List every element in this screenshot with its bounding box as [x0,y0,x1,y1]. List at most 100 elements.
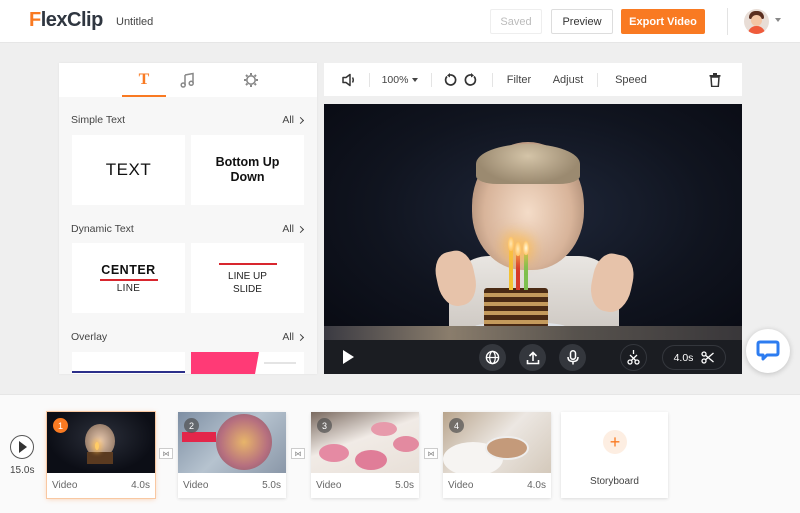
rotate-left-button[interactable] [441,63,459,96]
chat-bubble-icon [756,340,780,361]
trash-icon [709,72,721,87]
clip-number-badge: 1 [53,418,68,433]
panel-tabs: T [59,63,317,97]
text-card-text[interactable]: TEXT [72,135,185,205]
tab-text[interactable]: T [122,63,166,97]
plus-icon: + [603,430,627,454]
clip-type: Video [183,480,209,491]
card-label: CENTER [101,262,156,277]
clip-number-badge: 3 [317,418,332,433]
section-simple-text: Simple Text [71,114,126,126]
toolbar-divider [492,73,493,87]
tab-settings[interactable] [231,63,271,97]
card-label: LINE UP [228,270,267,282]
chevron-right-icon [296,225,305,233]
timeline-clip-4[interactable]: 4 Video 4.0s [443,412,551,498]
clip-duration: 5.0s [262,480,281,491]
simple-text-all-link[interactable]: All [282,114,305,126]
split-button[interactable] [620,344,647,371]
toolbar-divider [369,73,370,87]
timeline-clip-3[interactable]: 3 Video 5.0s [311,412,419,498]
video-toolbar: 100% Filter Adjust Speed [324,63,742,96]
top-bar: FlexClip Untitled Saved Preview Export V… [0,0,800,43]
timeline-clip-1[interactable]: 1 Video 4.0s [47,412,155,498]
overlay-all-link[interactable]: All [282,331,305,343]
clip-number-badge: 4 [449,418,464,433]
red-overline [218,262,277,265]
logo-letter: F [29,9,41,31]
toolbar-divider [431,73,432,87]
adjust-button[interactable]: Adjust [549,63,587,96]
play-all-button[interactable] [10,435,34,459]
trim-duration-button[interactable]: 4.0s [662,345,726,370]
overlay-card-2[interactable] [191,352,304,374]
clip-type: Video [316,480,342,491]
volume-button[interactable] [338,63,360,96]
globe-icon [485,350,500,365]
delete-button[interactable] [706,63,724,96]
text-card-line-up-slide[interactable]: LINE UP SLIDE [191,243,304,313]
red-underline [99,278,158,281]
overlay-line [72,371,185,373]
user-avatar[interactable] [744,9,769,34]
scissors-icon [701,351,715,364]
zoom-dropdown[interactable]: 100% [380,63,420,96]
language-button[interactable] [479,344,506,371]
rotate-right-icon [464,72,477,86]
card-sublabel: SLIDE [233,283,262,295]
overlay-card-1[interactable] [72,352,185,374]
text-icon: T [138,71,150,88]
preview-button[interactable]: Preview [551,9,613,34]
transition-button[interactable]: ⋈ [424,448,438,459]
live-chat-button[interactable] [746,329,790,373]
timeline: 1 5.0s 1 Video 4.0s ⋈ 2 Video 5.0s ⋈ 3 Vi… [0,394,800,513]
logo-text: lexClip [40,9,104,31]
timeline-clip-2[interactable]: 2 Video 5.0s [178,412,286,498]
rotate-right-button[interactable] [462,63,480,96]
all-label: All [282,114,294,126]
zoom-value: 100% [381,73,409,86]
tab-music[interactable] [167,63,207,97]
project-title[interactable]: Untitled [116,16,153,28]
speaker-icon [342,73,354,86]
upload-button[interactable] [519,344,546,371]
section-overlay: Overlay [71,331,108,343]
card-label: Bottom Up Down [215,155,280,184]
microphone-icon [566,350,579,365]
active-tab-indicator [122,95,166,97]
text-card-center-line[interactable]: CENTER LINE [72,243,185,313]
video-preview[interactable]: 4.0s [324,104,742,374]
clip-type: Video [448,480,474,491]
overlay-shape [191,352,259,374]
export-video-button[interactable]: Export Video [621,9,705,34]
all-label: All [282,331,294,343]
saved-button: Saved [490,9,542,34]
playback-controls: 4.0s [324,340,742,374]
chevron-right-icon [296,116,305,124]
record-voice-button[interactable] [559,344,586,371]
clip-duration: 4.0s [527,480,546,491]
caret-down-icon [412,77,419,82]
header-divider [727,8,728,35]
card-sublabel: LINE [116,282,141,294]
rotate-left-icon [444,72,457,86]
transition-button[interactable]: ⋈ [159,448,173,459]
filter-button[interactable]: Filter [502,63,536,96]
transition-button[interactable]: ⋈ [291,448,305,459]
account-menu-caret-icon[interactable] [775,18,781,22]
video-frame [324,104,742,346]
text-panel: T Simple Text All TEXT Bottom Up Down Dy… [59,63,317,374]
text-card-bottom-up-down[interactable]: Bottom Up Down [191,135,304,205]
clip-duration: 4.0s [131,480,150,491]
music-note-icon [180,72,194,88]
clip-number-badge: 2 [184,418,199,433]
section-dynamic-text: Dynamic Text [71,223,134,235]
add-storyboard-button[interactable]: + Storyboard [561,412,668,498]
flexclip-logo[interactable]: FlexClip [29,9,103,32]
split-scissors-icon [627,350,640,365]
upload-icon [526,350,539,364]
dynamic-text-all-link[interactable]: All [282,223,305,235]
speed-button[interactable]: Speed [612,63,650,96]
overlay-line [264,362,296,364]
play-icon[interactable] [343,350,354,364]
